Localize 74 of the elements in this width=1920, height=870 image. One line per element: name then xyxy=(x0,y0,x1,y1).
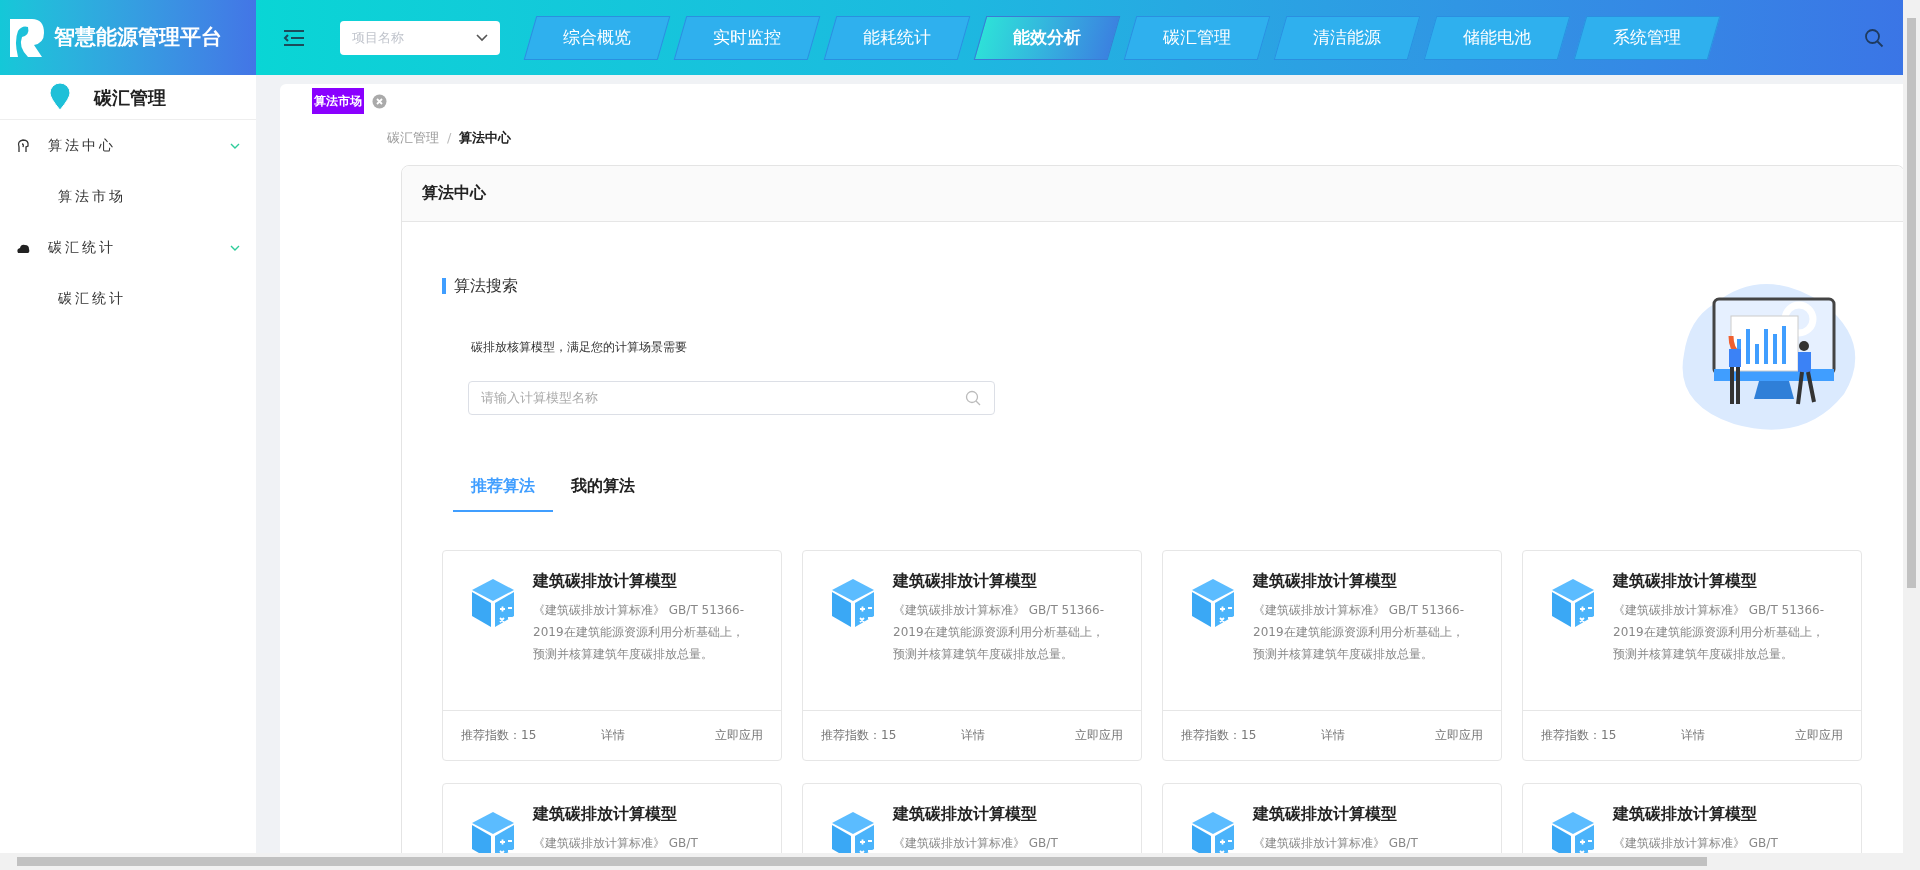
nav-tab[interactable]: 实时监控 xyxy=(673,15,821,60)
search-icon[interactable] xyxy=(1864,27,1884,48)
scrollbar-thumb[interactable] xyxy=(17,857,1707,866)
section-title: 算法搜索 xyxy=(454,274,518,297)
model-description: 《建筑碳排放计算标准》 GB/T 51366-2019在建筑能源资源利用分析基础上，预测并核算建筑年度碳排放总量。 xyxy=(893,601,1106,663)
menu-icon[interactable] xyxy=(283,29,305,46)
model-title: 建筑碳排放计算模型 xyxy=(893,802,1038,825)
model-description: 《建筑碳排放计算标准》 GB/T xyxy=(1253,834,1419,852)
sidebar-group[interactable]: 碳汇统计 xyxy=(0,222,256,273)
sidebar-item[interactable]: 算法市场 xyxy=(0,171,256,222)
model-title: 建筑碳排放计算模型 xyxy=(1253,569,1398,592)
model-description: 《建筑碳排放计算标准》 GB/T xyxy=(1613,834,1779,852)
chevron-down-icon xyxy=(230,243,240,252)
sidebar-item[interactable]: 碳汇统计 xyxy=(0,273,256,324)
recommend-score: 推荐指数：15 xyxy=(461,727,538,744)
breadcrumb-separator: / xyxy=(447,129,452,147)
breadcrumb-item[interactable]: 碳汇管理 xyxy=(387,128,439,148)
nav-tab[interactable]: 系统管理 xyxy=(1573,15,1721,60)
model-title: 建筑碳排放计算模型 xyxy=(533,569,678,592)
algorithm-tab[interactable]: 我的算法 xyxy=(553,461,653,512)
nav-tab[interactable]: 能效分析 xyxy=(973,15,1121,60)
model-description: 《建筑碳排放计算标准》 GB/T 51366-2019在建筑能源资源利用分析基础上，预测并核算建筑年度碳排放总量。 xyxy=(533,601,746,663)
close-icon[interactable] xyxy=(372,93,387,109)
model-title: 建筑碳排放计算模型 xyxy=(533,802,678,825)
details-link[interactable]: 详情 xyxy=(961,726,1061,744)
nav-tab[interactable]: 碳汇管理 xyxy=(1123,15,1271,60)
breadcrumb-item: 算法中心 xyxy=(459,129,512,147)
model-title: 建筑碳排放计算模型 xyxy=(1613,569,1758,592)
chevron-down-icon xyxy=(230,141,240,150)
model-title: 建筑碳排放计算模型 xyxy=(1613,802,1758,825)
apply-link[interactable]: 立即应用 xyxy=(1435,726,1483,744)
recommend-score: 推荐指数：15 xyxy=(1541,727,1618,744)
recommend-score: 推荐指数：15 xyxy=(821,727,898,744)
horizontal-scrollbar[interactable] xyxy=(0,853,1920,870)
sidebar-group[interactable]: 算法中心 xyxy=(0,120,256,171)
cube-icon xyxy=(1549,576,1597,629)
details-link[interactable]: 详情 xyxy=(1321,726,1421,744)
details-link[interactable]: 详情 xyxy=(601,726,701,744)
project-select-placeholder: 项目名称 xyxy=(352,28,404,47)
model-description: 《建筑碳排放计算标准》 GB/T 51366-2019在建筑能源资源利用分析基础上，预测并核算建筑年度碳排放总量。 xyxy=(1613,601,1826,663)
model-description: 《建筑碳排放计算标准》 GB/T 51366-2019在建筑能源资源利用分析基础上，预测并核算建筑年度碳排放总量。 xyxy=(1253,601,1466,663)
search-icon xyxy=(965,389,981,406)
model-search-field[interactable]: 请输入计算模型名称 xyxy=(468,380,995,415)
nav-tab[interactable]: 综合概览 xyxy=(523,15,671,60)
head-icon xyxy=(16,138,30,153)
model-description: 《建筑碳排放计算标准》 GB/T xyxy=(533,834,699,852)
algorithm-tab[interactable]: 推荐算法 xyxy=(453,461,553,512)
model-title: 建筑碳排放计算模型 xyxy=(893,569,1038,592)
details-link[interactable]: 详情 xyxy=(1681,726,1781,744)
cube-icon xyxy=(469,576,517,629)
open-page-tag[interactable]: 算法市场 xyxy=(312,88,364,114)
map-pin-icon xyxy=(48,83,72,111)
apply-link[interactable]: 立即应用 xyxy=(715,726,763,744)
model-description: 《建筑碳排放计算标准》 GB/T xyxy=(893,834,1059,852)
sidebar-group-label: 算法中心 xyxy=(48,136,116,155)
sidebar-group-label: 碳汇统计 xyxy=(48,238,116,257)
chevron-down-icon xyxy=(476,33,488,42)
nav-tab[interactable]: 储能电池 xyxy=(1423,15,1571,60)
sidebar-title: 碳汇管理 xyxy=(94,85,166,110)
brand-title: 智慧能源管理平台 xyxy=(54,23,222,51)
apply-link[interactable]: 立即应用 xyxy=(1075,726,1123,744)
vertical-scrollbar[interactable] xyxy=(1903,0,1920,853)
recommend-score: 推荐指数：15 xyxy=(1181,727,1258,744)
scrollbar-thumb[interactable] xyxy=(1907,18,1916,588)
nav-tab[interactable]: 能耗统计 xyxy=(823,15,971,60)
card-title: 算法中心 xyxy=(422,182,486,204)
nav-tab[interactable]: 清洁能源 xyxy=(1273,15,1421,60)
model-title: 建筑碳排放计算模型 xyxy=(1253,802,1398,825)
cube-icon xyxy=(1189,576,1237,629)
logo-icon xyxy=(8,16,46,59)
cube-icon xyxy=(829,576,877,629)
search-subtitle: 碳排放核算模型，满足您的计算场景需要 xyxy=(471,338,688,356)
apply-link[interactable]: 立即应用 xyxy=(1795,726,1843,744)
section-marker xyxy=(442,277,446,294)
